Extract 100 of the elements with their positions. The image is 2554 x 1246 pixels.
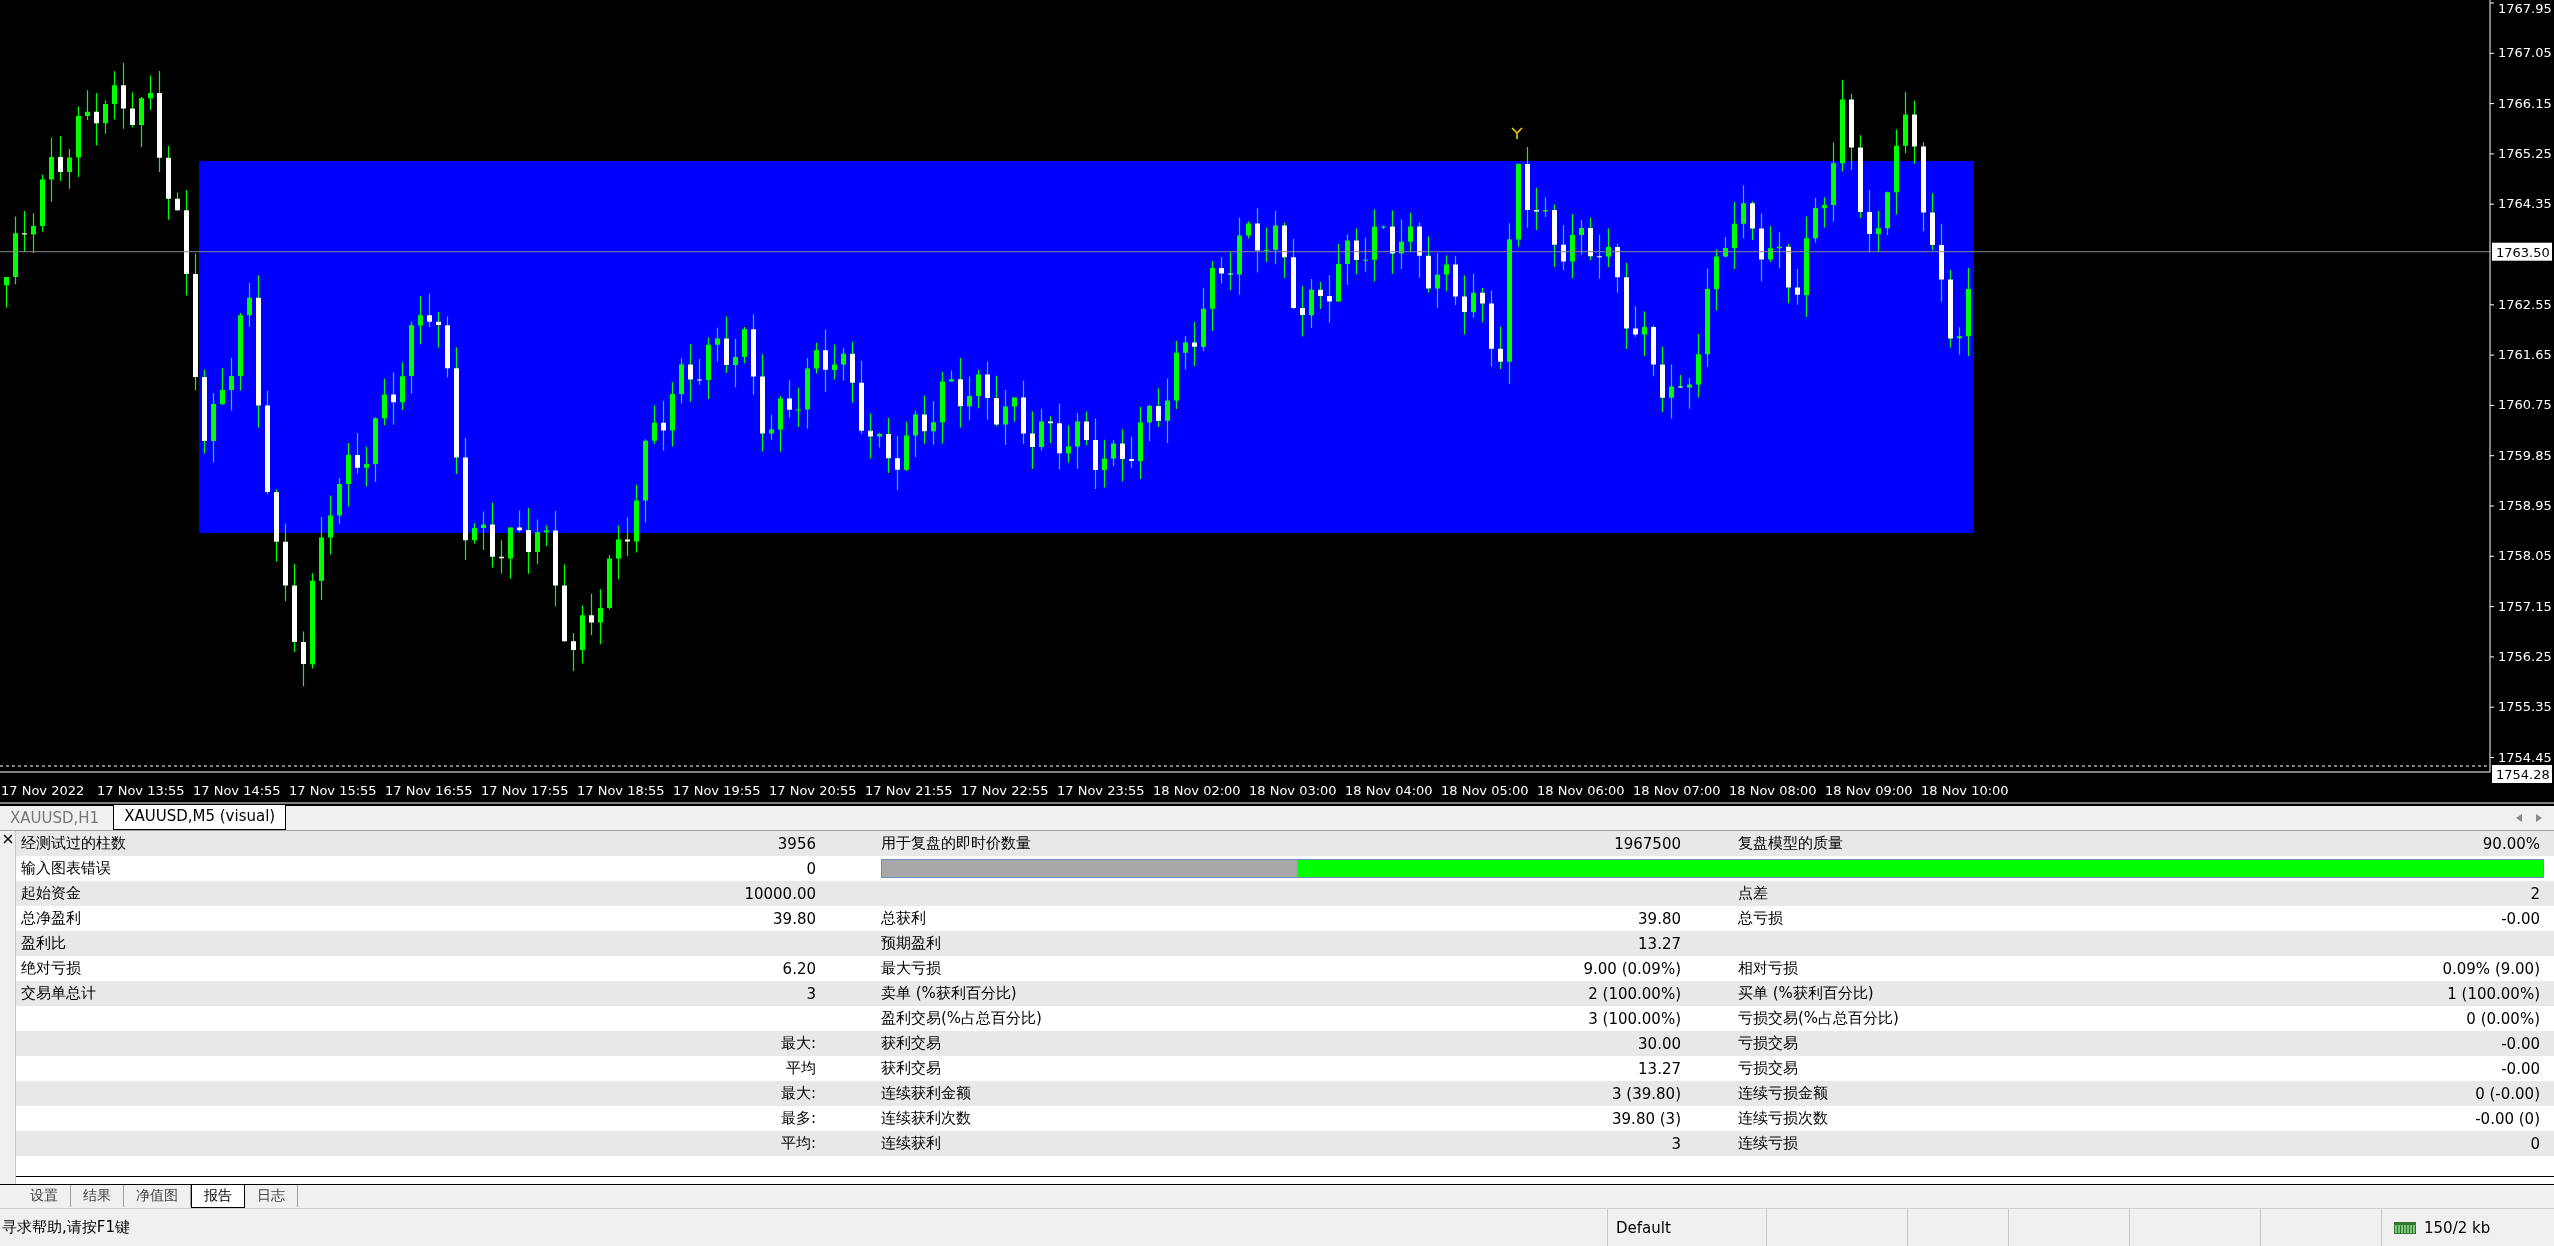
- price-label: 1764.35: [2498, 196, 2552, 212]
- price-label: 1761.65: [2498, 347, 2552, 363]
- row-value: 平均:: [779, 1134, 817, 1153]
- row-label: 总亏损: [1737, 909, 1784, 928]
- row-value: 2: [2529, 884, 2541, 903]
- time-label: 17 Nov 15:55: [289, 783, 377, 798]
- time-label: 18 Nov 05:00: [1441, 783, 1529, 798]
- row-label: 最大亏损: [880, 959, 942, 978]
- tester-tab[interactable]: 结果: [71, 1185, 124, 1207]
- profile-name: Default: [1607, 1209, 1766, 1246]
- row-value: 9.00 (0.09%): [1582, 959, 1682, 978]
- row-value: 3: [1670, 1134, 1682, 1153]
- price-label: 1756.25: [2498, 648, 2552, 664]
- time-label: 17 Nov 20:55: [769, 783, 857, 798]
- row-value: 最多:: [779, 1109, 817, 1128]
- chart-tab[interactable]: XAUUSD,M5 (visual): [113, 805, 287, 830]
- row-label: 获利交易: [880, 1059, 942, 1078]
- row-value: 3956: [776, 834, 817, 853]
- row-label: 预期盈利: [880, 934, 942, 953]
- row-label: 点差: [1737, 884, 1769, 903]
- time-label: 17 Nov 18:55: [577, 783, 665, 798]
- price-label: 1762.55: [2498, 296, 2552, 312]
- time-label: 17 Nov 13:55: [97, 783, 185, 798]
- row-value: 13.27: [1637, 1059, 1682, 1078]
- time-label: 17 Nov 19:55: [673, 783, 761, 798]
- time-label: 18 Nov 06:00: [1537, 783, 1625, 798]
- row-value: 最大:: [779, 1084, 817, 1103]
- row-value: 0 (-0.00): [2474, 1084, 2541, 1103]
- time-label: 17 Nov 16:55: [385, 783, 473, 798]
- price-label: 1766.15: [2498, 95, 2552, 111]
- price-label: 1765.25: [2498, 145, 2552, 161]
- row-value: -0.00: [2500, 1059, 2541, 1078]
- row-label: 亏损交易: [1737, 1034, 1799, 1053]
- row-label: 亏损交易(%占总百分比): [1737, 1009, 1900, 1028]
- row-value: 30.00: [1637, 1034, 1682, 1053]
- row-value: 13.27: [1637, 934, 1682, 953]
- time-label: 17 Nov 23:55: [1057, 783, 1145, 798]
- row-label: 连续获利: [880, 1134, 942, 1153]
- price-label: 1767.95: [2498, 1, 2552, 16]
- scroll-left-icon[interactable]: [2516, 814, 2522, 822]
- chart-tab[interactable]: XAUUSD,H1: [0, 807, 110, 830]
- row-value: 39.80 (3): [1611, 1109, 1682, 1128]
- connection-bars-icon: [2394, 1221, 2416, 1234]
- row-label: 总净盈利: [20, 909, 82, 928]
- row-label: 连续获利金额: [880, 1084, 972, 1103]
- price-label: 1758.95: [2498, 498, 2552, 513]
- row-label: 经测试过的柱数: [20, 834, 127, 853]
- row-value: 2 (100.00%): [1587, 984, 1682, 1003]
- row-value: 6.20: [781, 959, 817, 978]
- row-value: 90.00%: [2481, 834, 2541, 853]
- close-icon[interactable]: [2, 834, 13, 844]
- price-label: 1755.35: [2498, 699, 2552, 715]
- row-label: 输入图表错误: [20, 859, 112, 878]
- row-value: 1967500: [1613, 834, 1682, 853]
- time-label: 17 Nov 21:55: [865, 783, 953, 798]
- traffic-text: 150/2 kb: [2424, 1218, 2491, 1237]
- price-label: 1754.45: [2498, 749, 2552, 765]
- tester-tab[interactable]: 设置: [18, 1185, 71, 1207]
- row-value: 39.80: [1637, 909, 1682, 928]
- time-label: 17 Nov 17:55: [481, 783, 569, 798]
- row-label: 复盘模型的质量: [1737, 834, 1844, 853]
- row-label: 卖单 (%获利百分比): [880, 984, 1018, 1003]
- time-label: 17 Nov 14:55: [193, 783, 281, 798]
- tester-tab[interactable]: 日志: [245, 1185, 298, 1207]
- time-label: 18 Nov 08:00: [1729, 783, 1817, 798]
- time-label: 18 Nov 02:00: [1153, 783, 1241, 798]
- scroll-right-icon[interactable]: [2536, 814, 2542, 822]
- row-label: 起始资金: [20, 884, 82, 903]
- price-label: 1757.15: [2498, 598, 2552, 614]
- row-value: 3 (100.00%): [1587, 1009, 1682, 1028]
- row-label: 绝对亏损: [20, 959, 82, 978]
- row-value: 39.80: [772, 909, 817, 928]
- tester-tab[interactable]: 报告: [191, 1185, 245, 1208]
- row-value: 0: [2529, 1134, 2541, 1153]
- row-label: 总获利: [880, 909, 927, 928]
- trade-marker-icon: [1511, 127, 1523, 140]
- row-value: 1 (100.00%): [2446, 984, 2541, 1003]
- time-label: 17 Nov 22:55: [961, 783, 1049, 798]
- help-text: 寻求帮助,请按F1键: [1, 1218, 131, 1237]
- row-label: 获利交易: [880, 1034, 942, 1053]
- row-label: 连续亏损金额: [1737, 1084, 1829, 1103]
- row-value: 平均: [785, 1059, 817, 1078]
- time-label: 18 Nov 04:00: [1345, 783, 1433, 798]
- price-label: 1758.05: [2498, 548, 2552, 564]
- row-value: 3 (39.80): [1611, 1084, 1682, 1103]
- row-value: -0.00: [2500, 909, 2541, 928]
- row-label: 交易单总计: [20, 984, 97, 1003]
- price-label: 1759.85: [2498, 447, 2552, 463]
- row-label: 连续获利次数: [880, 1109, 972, 1128]
- row-value: -0.00 (0): [2474, 1109, 2541, 1128]
- time-label: 18 Nov 03:00: [1249, 783, 1337, 798]
- row-label: 连续亏损: [1737, 1134, 1799, 1153]
- row-value: 10000.00: [743, 884, 817, 903]
- row-label: 相对亏损: [1737, 959, 1799, 978]
- row-label: 买单 (%获利百分比): [1737, 984, 1875, 1003]
- row-value: 最大:: [779, 1034, 817, 1053]
- row-label: 盈利比: [20, 934, 67, 953]
- row-label: 亏损交易: [1737, 1059, 1799, 1078]
- row-label: 连续亏损次数: [1737, 1109, 1829, 1128]
- price-label: 1767.05: [2498, 45, 2552, 61]
